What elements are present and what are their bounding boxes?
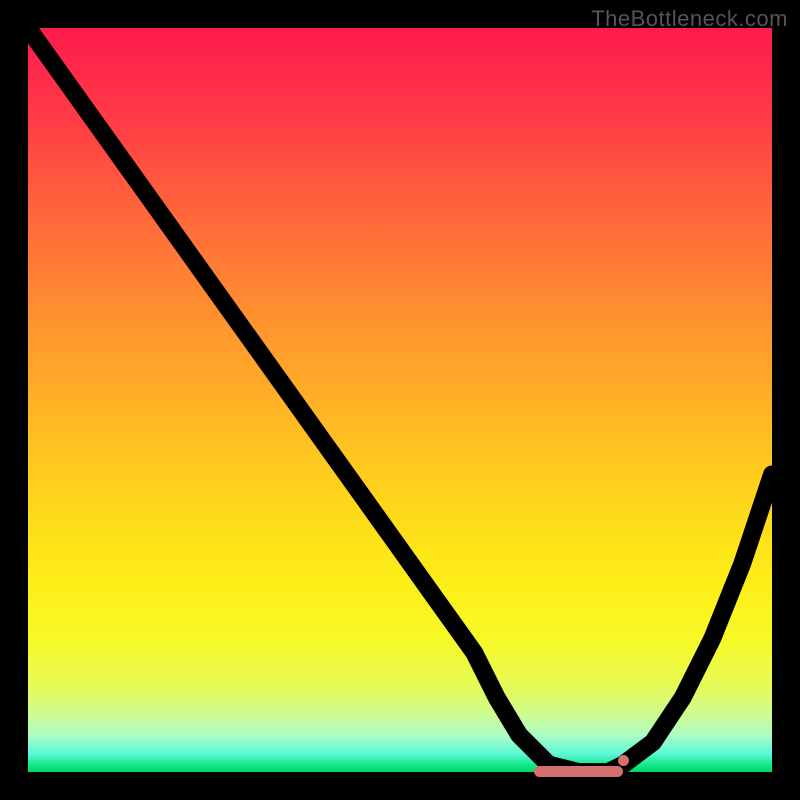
curve-path (28, 28, 772, 772)
watermark-text: TheBottleneck.com (591, 6, 788, 32)
optimal-point-marker (618, 755, 629, 766)
optimal-range-marker (534, 766, 623, 777)
plot-area (28, 28, 772, 772)
chart-frame: TheBottleneck.com (0, 0, 800, 800)
bottleneck-curve (28, 28, 772, 772)
